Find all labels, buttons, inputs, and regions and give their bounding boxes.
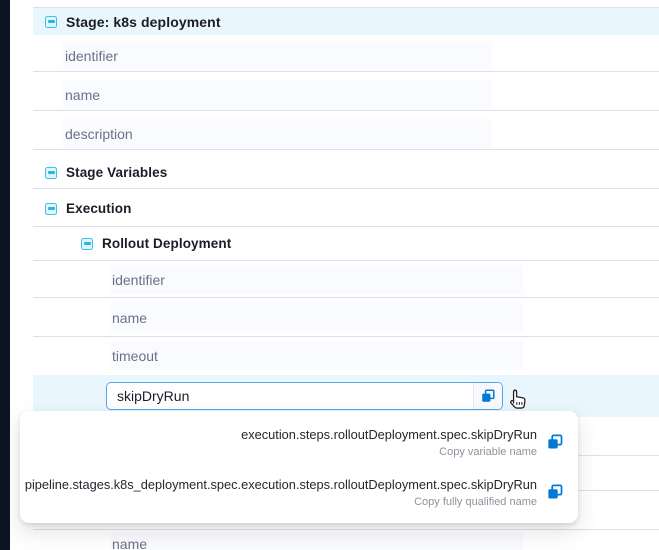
stage-name-field[interactable]: name: [63, 80, 492, 109]
variable-name-text: execution.steps.rolloutDeployment.spec.s…: [241, 427, 537, 442]
copy-icon: [481, 389, 496, 404]
copy-icon[interactable]: [547, 434, 564, 451]
variables-panel: Stage: k8s deployment identifier name de…: [0, 0, 659, 550]
copy-icon[interactable]: [547, 484, 564, 501]
divider: [33, 149, 659, 150]
dark-sidebar-strip: [0, 0, 10, 550]
stage-description-field[interactable]: description: [63, 119, 492, 148]
section-label: Stage Variables: [66, 165, 167, 180]
collapse-minus-icon[interactable]: [81, 238, 93, 250]
step-identifier-field[interactable]: identifier: [110, 265, 523, 294]
bottom-name-field[interactable]: name: [110, 533, 523, 550]
stage-variables-row[interactable]: Stage Variables: [33, 159, 659, 186]
field-label: description: [65, 126, 133, 142]
field-label: identifier: [112, 272, 165, 288]
field-label: name: [65, 87, 100, 103]
divider: [33, 226, 659, 227]
skip-dry-run-value: skipDryRun: [107, 383, 473, 409]
copy-variable-popup: execution.steps.rolloutDeployment.spec.s…: [20, 411, 578, 523]
step-name-field[interactable]: name: [110, 303, 523, 332]
divider: [33, 336, 659, 337]
copy-button[interactable]: [473, 383, 502, 409]
stage-header-row[interactable]: Stage: k8s deployment: [33, 8, 659, 35]
rollout-deployment-row[interactable]: Rollout Deployment: [33, 230, 659, 257]
divider: [33, 260, 659, 261]
stage-identifier-field[interactable]: identifier: [63, 41, 492, 70]
divider: [33, 188, 659, 189]
field-label: name: [112, 310, 147, 326]
section-label: Rollout Deployment: [102, 236, 231, 251]
collapse-minus-icon[interactable]: [45, 16, 57, 28]
copy-caption: Copy fully qualified name: [25, 496, 537, 508]
field-label: timeout: [112, 348, 158, 364]
step-timeout-field[interactable]: timeout: [110, 341, 523, 370]
divider: [33, 71, 659, 72]
stage-title: Stage: k8s deployment: [66, 14, 221, 30]
field-label: name: [112, 536, 147, 550]
skip-dry-run-input[interactable]: skipDryRun: [106, 382, 503, 410]
copy-variable-name-item[interactable]: execution.steps.rolloutDeployment.spec.s…: [20, 417, 578, 467]
copy-fqn-item[interactable]: pipeline.stages.k8s_deployment.spec.exec…: [20, 467, 578, 517]
divider: [33, 110, 659, 111]
fqn-text: pipeline.stages.k8s_deployment.spec.exec…: [25, 477, 537, 492]
collapse-minus-icon[interactable]: [45, 203, 57, 215]
divider: [33, 297, 659, 298]
divider: [33, 529, 659, 530]
collapse-minus-icon[interactable]: [45, 167, 57, 179]
execution-row[interactable]: Execution: [33, 195, 659, 222]
copy-caption: Copy variable name: [241, 446, 537, 458]
field-label: identifier: [65, 48, 118, 64]
section-label: Execution: [66, 201, 131, 216]
